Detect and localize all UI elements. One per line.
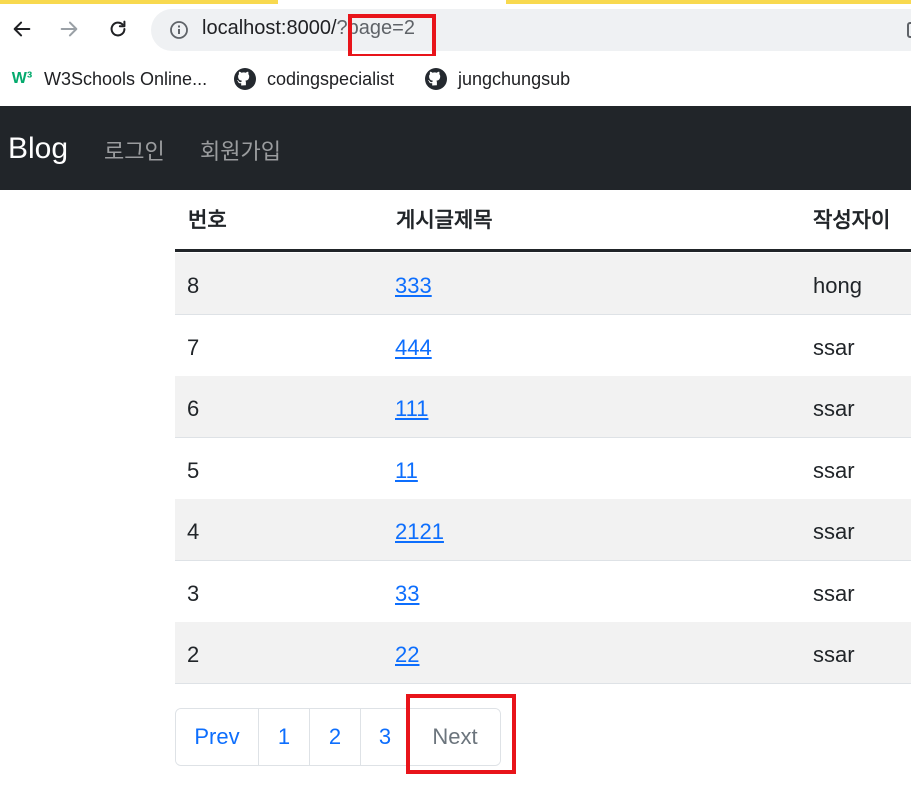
browser-toolbar: localhost:8000/?page=2 [0, 4, 911, 56]
url-query: ?page=2 [336, 17, 415, 39]
table-row: 7 444 ssar [175, 315, 911, 377]
reload-icon [110, 20, 126, 37]
cell-id: 2 [187, 642, 200, 667]
back-button[interactable] [7, 14, 37, 44]
cell-title: 33 [395, 581, 419, 607]
bookmark-jungchungsub[interactable]: jungchungsub [424, 64, 570, 94]
bookmarks-bar: W³ W3Schools Online... codingspecialist … [0, 56, 911, 104]
cell-id: 4 [187, 519, 200, 544]
url-host: localhost:8000/ [202, 17, 337, 39]
cell-id: 6 [187, 396, 200, 421]
post-title-link[interactable]: 111 [395, 396, 428, 421]
table-row: 8 333 hong [175, 253, 911, 315]
cell-id: 3 [187, 581, 200, 606]
nav-link-login[interactable]: 로그인 [104, 134, 165, 166]
table-row: 4 2121 ssar [175, 499, 911, 561]
extension-icon[interactable] [907, 22, 911, 38]
pagination-prev[interactable]: Prev [176, 709, 259, 765]
column-header-id: 번호 [188, 208, 227, 232]
navbar-brand[interactable]: Blog [8, 132, 68, 166]
arrow-right-icon [60, 21, 78, 37]
post-title-link[interactable]: 444 [395, 335, 432, 360]
cell-title: 444 [395, 335, 432, 361]
github-icon [233, 67, 257, 91]
cell-author: ssar [813, 581, 855, 606]
table-row: 6 111 ssar [175, 376, 911, 438]
bookmark-codingspecialist[interactable]: codingspecialist [233, 64, 394, 94]
cell-author: ssar [813, 335, 855, 360]
url-text[interactable]: localhost:8000/?page=2 [202, 17, 415, 40]
forward-button[interactable] [54, 14, 84, 44]
cell-author: ssar [813, 396, 855, 421]
info-icon[interactable] [169, 20, 189, 40]
table-header: 번호 게시글제목 작성자이 [175, 190, 911, 252]
table-row: 2 22 ssar [175, 622, 911, 684]
pagination-page-1[interactable]: 1 [259, 709, 310, 765]
column-header-title: 게시글제목 [396, 208, 493, 232]
post-title-link[interactable]: 33 [395, 581, 419, 606]
cell-title: 22 [395, 642, 419, 668]
bookmark-label: jungchungsub [458, 68, 571, 89]
cell-title: 11 [395, 458, 418, 484]
pagination-next[interactable]: Next [410, 709, 500, 765]
cell-title: 2121 [395, 519, 444, 545]
bookmark-w3schools[interactable]: W³ W3Schools Online... [10, 64, 207, 94]
bookmark-label: W3Schools Online... [44, 68, 208, 89]
column-header-author: 작성자이 [813, 208, 891, 232]
cell-title: 111 [395, 396, 428, 422]
post-title-link[interactable]: 22 [395, 642, 419, 667]
address-bar[interactable]: localhost:8000/?page=2 [151, 9, 911, 51]
bookmark-label: codingspecialist [267, 68, 395, 89]
cell-id: 7 [187, 335, 200, 360]
pagination-page-3[interactable]: 3 [361, 709, 410, 765]
cell-author: ssar [813, 642, 855, 667]
cell-author: ssar [813, 458, 855, 483]
post-title-link[interactable]: 333 [395, 273, 432, 298]
nav-link-signup[interactable]: 회원가입 [200, 134, 281, 166]
pagination: Prev 1 2 3 Next [175, 708, 501, 766]
arrow-left-icon [13, 21, 31, 37]
app-navbar: Blog 로그인 회원가입 [0, 106, 911, 190]
github-icon [424, 67, 448, 91]
table-row: 3 33 ssar [175, 561, 911, 623]
cell-id: 8 [187, 273, 200, 298]
cell-author: hong [813, 273, 862, 298]
pagination-page-2[interactable]: 2 [310, 709, 361, 765]
w3schools-icon: W³ [11, 70, 33, 87]
post-title-link[interactable]: 2121 [395, 519, 444, 544]
post-title-link[interactable]: 11 [395, 458, 418, 483]
cell-title: 333 [395, 273, 432, 299]
reload-button[interactable] [103, 14, 133, 44]
table-row: 5 11 ssar [175, 438, 911, 500]
cell-author: ssar [813, 519, 855, 544]
cell-id: 5 [187, 458, 200, 483]
